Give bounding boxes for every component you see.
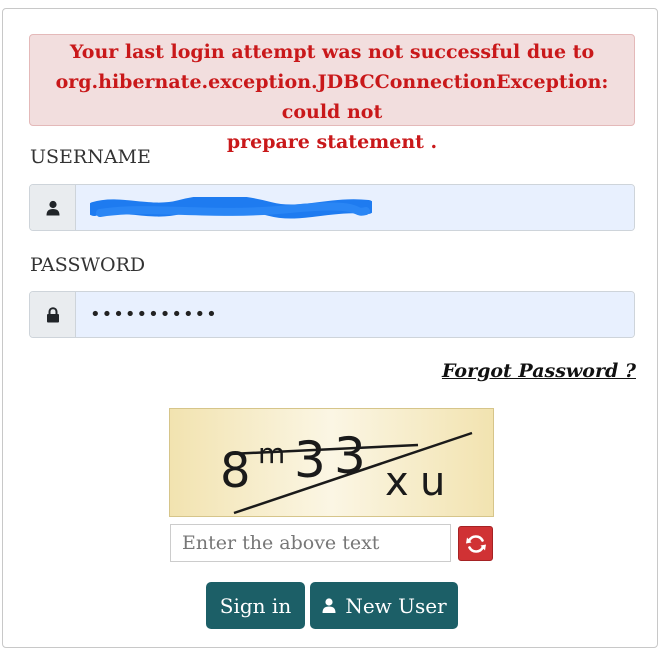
error-alert-line-2: org.hibernate.exception.JDBCConnectionEx…	[55, 71, 609, 123]
username-label: USERNAME	[30, 146, 151, 168]
refresh-icon	[465, 534, 486, 553]
sign-in-button[interactable]: Sign in	[206, 582, 305, 629]
svg-text:u: u	[420, 459, 445, 505]
captcha-glyphs: 8 m 3 3 x u	[220, 427, 473, 515]
password-input[interactable]: •••••••••••	[76, 292, 634, 337]
svg-text:3: 3	[334, 427, 366, 485]
username-input[interactable]	[76, 185, 634, 230]
password-label: PASSWORD	[30, 254, 146, 276]
forgot-password-link[interactable]: Forgot Password ?	[442, 360, 636, 382]
lock-icon	[46, 306, 59, 322]
user-icon	[46, 200, 59, 215]
password-field-group: •••••••••••	[29, 291, 635, 338]
svg-text:3: 3	[294, 431, 326, 489]
new-user-label: New User	[345, 593, 447, 618]
error-alert-line-1: Your last login attempt was not successf…	[69, 41, 595, 63]
svg-text:8: 8	[220, 443, 251, 499]
sign-in-label: Sign in	[219, 593, 292, 618]
error-alert: Your last login attempt was not successf…	[29, 34, 635, 153]
password-masked-value: •••••••••••	[90, 304, 218, 325]
password-addon	[30, 292, 76, 337]
username-addon	[30, 185, 76, 230]
redaction-scribble	[90, 197, 372, 219]
user-icon	[322, 598, 336, 613]
username-field-group	[29, 184, 635, 231]
captcha-refresh-button[interactable]	[458, 526, 493, 561]
svg-text:x: x	[385, 459, 409, 505]
captcha-input[interactable]	[170, 524, 451, 562]
captcha-image: 8 m 3 3 x u	[169, 408, 494, 517]
new-user-button[interactable]: New User	[310, 582, 458, 629]
